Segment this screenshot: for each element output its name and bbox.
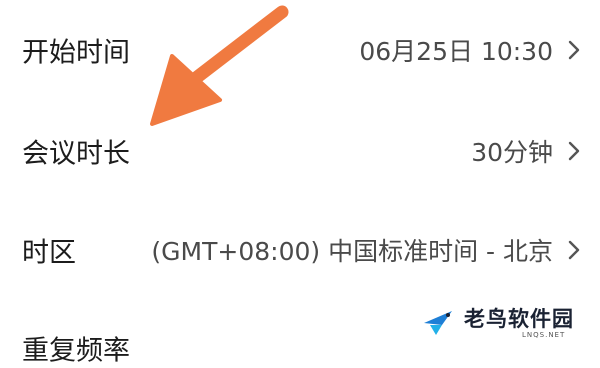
timezone-label: 时区 [22, 237, 76, 269]
chevron-right-icon [568, 40, 580, 60]
repeat-frequency-label: 重复频率 [22, 335, 130, 367]
duration-row[interactable]: 会议时长 30分钟 [0, 101, 600, 201]
chevron-right-icon [568, 141, 580, 161]
duration-label: 会议时长 [22, 138, 130, 170]
chevron-right-icon [568, 240, 580, 260]
start-time-value: 06月25日 10:30 [359, 37, 553, 66]
watermark-text: 老鸟软件园 [464, 307, 574, 331]
watermark-subtext: LNQS.NET [522, 331, 566, 339]
timezone-value: (GMT+08:00) 中国标准时间 - 北京 [151, 237, 553, 266]
watermark: 老鸟软件园 LNQS.NET [402, 297, 600, 349]
start-time-label: 开始时间 [22, 37, 130, 69]
timezone-row[interactable]: 时区 (GMT+08:00) 中国标准时间 - 北京 [0, 200, 600, 300]
bird-logo-icon [424, 311, 452, 335]
duration-value: 30分钟 [471, 138, 553, 167]
start-time-row[interactable]: 开始时间 06月25日 10:30 [0, 0, 600, 100]
